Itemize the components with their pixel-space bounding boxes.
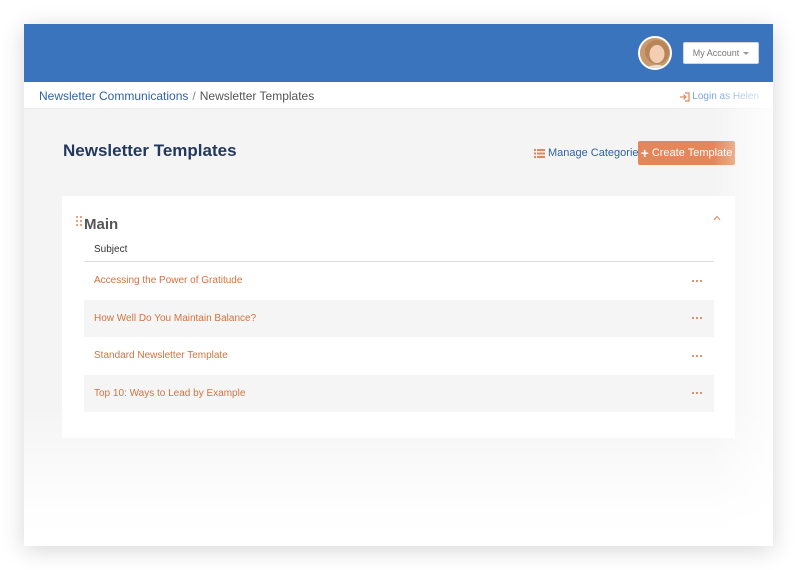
breadcrumb-current: Newsletter Templates xyxy=(199,89,315,103)
top-bar: My Account xyxy=(24,24,773,82)
table-row: How Well Do You Maintain Balance? xyxy=(84,299,714,337)
template-link[interactable]: How Well Do You Maintain Balance? xyxy=(94,313,256,324)
template-group-card: Main Subject Accessing the Power of Grat… xyxy=(62,196,735,438)
column-header-subject: Subject xyxy=(94,244,128,255)
login-as-label: Login as Helen xyxy=(692,91,759,102)
my-account-label: My Account xyxy=(692,48,740,58)
sign-in-icon xyxy=(680,91,690,102)
ellipsis-icon[interactable] xyxy=(692,354,702,357)
list-icon xyxy=(534,148,545,158)
my-account-dropdown[interactable]: My Account xyxy=(683,42,759,64)
template-link[interactable]: Top 10: Ways to Lead by Example xyxy=(94,388,245,399)
breadcrumb-bar: Newsletter Communications / Newsletter Tem… xyxy=(24,82,773,109)
login-as-link[interactable]: Login as Helen xyxy=(679,91,759,102)
plus-icon: + xyxy=(640,145,649,161)
breadcrumb-separator: / xyxy=(192,89,196,103)
drag-handle-icon[interactable] xyxy=(76,216,84,228)
group-title: Main xyxy=(84,216,119,233)
table-row: Top 10: Ways to Lead by Example xyxy=(84,374,714,412)
caret-down-icon xyxy=(743,52,750,55)
manage-categories-label: Manage Categories xyxy=(548,147,645,159)
breadcrumb-link-newsletter-communications[interactable]: Newsletter Communications xyxy=(39,89,188,103)
template-link[interactable]: Accessing the Power of Gratitude xyxy=(94,275,242,286)
app-window: My Account Newsletter Communications / New… xyxy=(24,24,773,546)
breadcrumb: Newsletter Communications / Newsletter Tem… xyxy=(39,89,314,103)
chevron-up-icon[interactable] xyxy=(713,214,721,222)
table-row: Accessing the Power of Gratitude xyxy=(84,262,714,300)
template-link[interactable]: Standard Newsletter Template xyxy=(94,350,228,361)
table-row: Standard Newsletter Template xyxy=(84,337,714,375)
ellipsis-icon[interactable] xyxy=(692,392,702,395)
ellipsis-icon[interactable] xyxy=(692,317,702,320)
create-template-button[interactable]: + Create Template xyxy=(638,141,735,165)
create-template-label: Create Template xyxy=(651,147,733,159)
template-list: Accessing the Power of Gratitude How Wel… xyxy=(84,262,714,412)
avatar-image xyxy=(640,38,670,68)
manage-categories-button[interactable]: Manage Categories xyxy=(534,147,644,159)
user-avatar[interactable] xyxy=(638,36,672,70)
page-title: Newsletter Templates xyxy=(63,141,237,160)
ellipsis-icon[interactable] xyxy=(692,279,702,282)
